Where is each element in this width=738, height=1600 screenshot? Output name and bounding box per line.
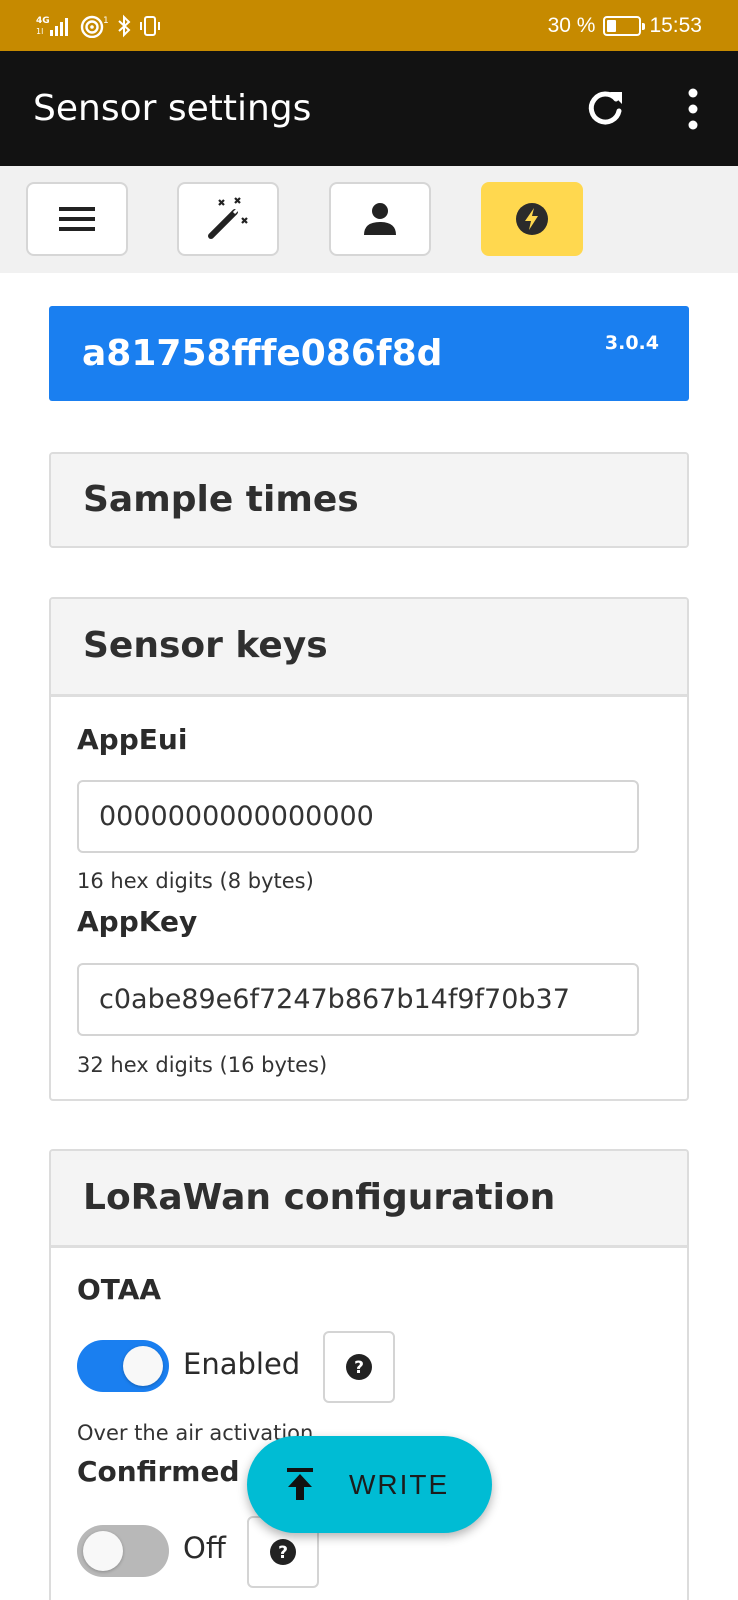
appkey-input[interactable] — [77, 963, 639, 1036]
svg-text:1: 1 — [103, 16, 109, 26]
svg-text:4G: 4G — [36, 16, 50, 26]
bolt-icon — [516, 203, 548, 235]
refresh-icon[interactable] — [584, 87, 626, 129]
toggle-knob — [83, 1531, 123, 1571]
svg-text:?: ? — [278, 1543, 288, 1563]
bluetooth-icon — [118, 14, 131, 38]
otaa-toggle[interactable] — [77, 1340, 169, 1392]
battery-level — [607, 20, 617, 32]
status-icons-right: 30 % 15:53 — [548, 12, 702, 40]
status-bar: 4G 1l 1 30 % 15:53 — [0, 0, 738, 51]
svg-text:1l: 1l — [36, 27, 43, 36]
firmware-version: 3.0.4 — [604, 332, 659, 354]
battery-percent: 30 % — [547, 14, 596, 37]
question-circle-icon: ? — [346, 1354, 372, 1380]
device-header: a81758fffe086f8d 3.0.4 — [49, 306, 689, 401]
sensor-keys-title[interactable]: Sensor keys — [51, 599, 687, 697]
confirmed-label: Confirmed — [77, 1455, 240, 1488]
svg-text:?: ? — [354, 1358, 364, 1378]
toolbar — [0, 166, 738, 273]
appeui-label: AppEui — [77, 723, 188, 756]
page-title: Sensor settings — [33, 88, 312, 129]
user-button[interactable] — [329, 182, 431, 256]
wifi-icon: 1 — [80, 15, 109, 38]
menu-icon — [59, 207, 95, 231]
clock: 15:53 — [649, 14, 702, 37]
otaa-help-button[interactable]: ? — [323, 1331, 395, 1403]
otaa-label: OTAA — [77, 1273, 162, 1306]
question-circle-icon: ? — [270, 1539, 296, 1565]
otaa-state: Enabled — [183, 1347, 301, 1381]
appeui-input[interactable] — [77, 780, 639, 853]
status-icons-left: 4G 1l 1 — [36, 13, 162, 39]
more-vert-icon[interactable] — [676, 84, 710, 134]
write-button[interactable]: WRITE — [247, 1436, 492, 1533]
write-label: WRITE — [349, 1469, 450, 1500]
power-button[interactable] — [481, 182, 583, 256]
wizard-button[interactable] — [177, 182, 279, 256]
menu-button[interactable] — [26, 182, 128, 256]
magic-wand-icon — [208, 197, 248, 239]
sensor-keys-card: Sensor keys AppEui 16 hex digits (8 byte… — [49, 597, 689, 1101]
device-id: a81758fffe086f8d — [82, 333, 443, 374]
sample-times-card[interactable]: Sample times — [49, 452, 689, 548]
vibrate-icon — [140, 16, 160, 36]
signal-icon: 4G 1l — [36, 16, 68, 36]
appkey-hint: 32 hex digits (16 bytes) — [77, 1053, 328, 1077]
appkey-label: AppKey — [77, 905, 198, 938]
publish-icon — [287, 1468, 313, 1500]
user-icon — [364, 203, 396, 235]
battery-icon — [603, 16, 646, 36]
appeui-hint: 16 hex digits (8 bytes) — [77, 869, 314, 893]
sample-times-title: Sample times — [51, 454, 687, 546]
app-bar: Sensor settings — [0, 51, 738, 166]
confirmed-toggle[interactable] — [77, 1525, 169, 1577]
lorawan-title[interactable]: LoRaWan configuration — [51, 1151, 687, 1248]
toggle-knob — [123, 1346, 163, 1386]
confirmed-state: Off — [183, 1531, 226, 1565]
